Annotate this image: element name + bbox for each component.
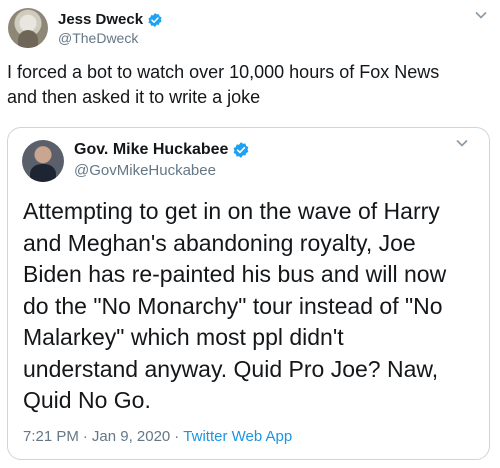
tweet-metadata: 7:21 PM · Jan 9, 2020 · Twitter Web App	[23, 428, 292, 445]
outer-handle[interactable]: @TheDweck	[58, 30, 138, 46]
outer-display-name[interactable]: Jess Dweck	[58, 11, 143, 28]
quoted-display-name[interactable]: Gov. Mike Huckabee	[74, 141, 228, 159]
chevron-down-icon[interactable]	[474, 8, 488, 25]
outer-name-row: Jess Dweck	[58, 11, 163, 28]
tweet-date[interactable]: Jan 9, 2020	[92, 428, 170, 445]
meta-separator: ·	[82, 428, 88, 445]
quoted-avatar[interactable]	[22, 140, 64, 182]
chevron-down-icon[interactable]	[455, 136, 469, 153]
meta-separator: ·	[174, 428, 180, 445]
quoted-handle[interactable]: @GovMikeHuckabee	[74, 162, 216, 179]
verified-badge-icon	[234, 142, 249, 158]
quoted-tweet-text: Attempting to get in on the wave of Harr…	[23, 198, 447, 413]
quoted-name-row: Gov. Mike Huckabee	[74, 141, 250, 159]
tweet-source-link[interactable]: Twitter Web App	[183, 428, 292, 445]
outer-avatar[interactable]	[8, 8, 48, 48]
tweet-time[interactable]: 7:21 PM	[23, 428, 79, 445]
quoted-tweet-card[interactable]: Gov. Mike Huckabee @GovMikeHuckabee Atte…	[7, 127, 490, 460]
verified-badge-icon	[148, 12, 162, 27]
outer-tweet-text: I forced a bot to watch over 10,000 hour…	[7, 62, 440, 107]
